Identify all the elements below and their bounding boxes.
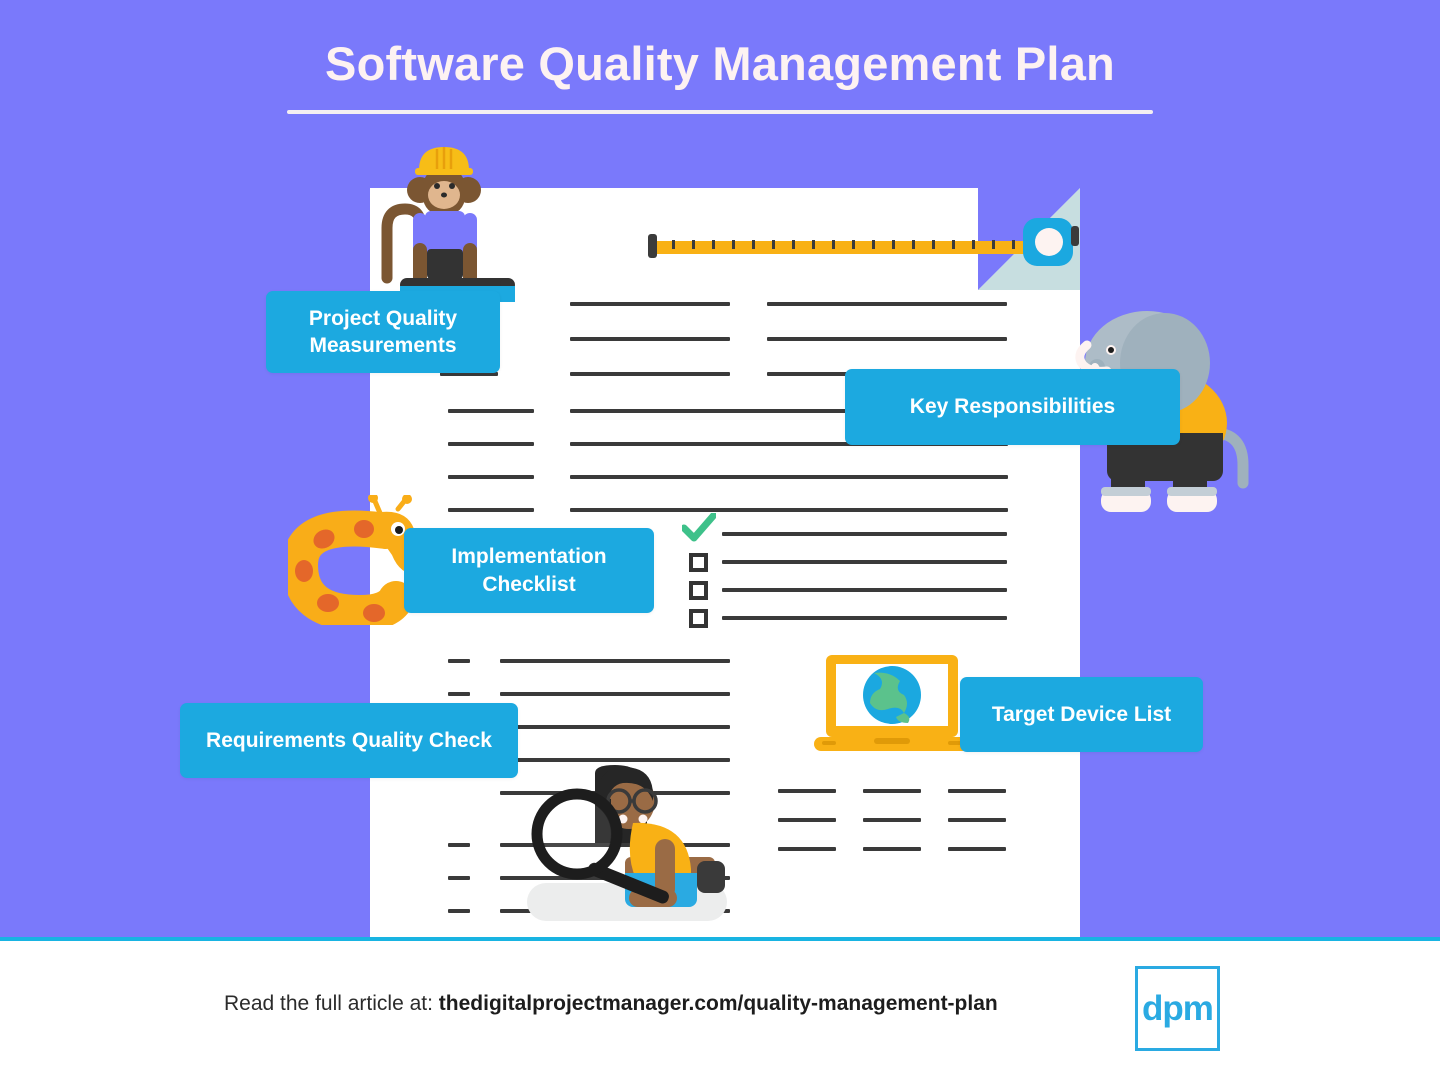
- label-key-responsibilities[interactable]: Key Responsibilities: [845, 369, 1180, 445]
- infographic-canvas: Software Quality Management Plan Project…: [0, 0, 1440, 1080]
- label-text: Requirements Quality Check: [206, 728, 492, 752]
- tape-case-spool: [1035, 228, 1063, 256]
- dpm-logo-text: dpm: [1142, 989, 1214, 1028]
- label-text: Key Responsibilities: [909, 395, 1116, 419]
- tape-case-clip: [1071, 226, 1079, 246]
- label-line-1: Project Quality: [308, 306, 458, 330]
- label-text: Target Device List: [991, 702, 1172, 726]
- label-line-2: Measurements: [309, 334, 457, 357]
- label-implementation-checklist[interactable]: Implementation Checklist: [404, 528, 654, 613]
- checkbox-item[interactable]: [689, 581, 708, 600]
- footer-url[interactable]: thedigitalprojectmanager.com/quality-man…: [439, 992, 998, 1015]
- checkbox-item[interactable]: [689, 609, 708, 628]
- page-title: Software Quality Management Plan: [325, 37, 1115, 90]
- monkey-construction-worker-illustration: [381, 147, 481, 289]
- checkbox-item[interactable]: [689, 553, 708, 572]
- footer-article-text: Read the full article at: thedigitalproj…: [224, 992, 998, 1016]
- label-target-device-list[interactable]: Target Device List: [960, 677, 1203, 752]
- title-underline: [287, 109, 1153, 114]
- label-requirements-quality-check[interactable]: Requirements Quality Check: [180, 703, 518, 778]
- label-line-1: Implementation: [451, 545, 607, 569]
- label-line-2: Checklist: [482, 572, 576, 596]
- checkmark-icon[interactable]: [682, 513, 716, 543]
- tape-end-hook: [648, 234, 657, 258]
- label-project-quality-measurements[interactable]: Project Quality Measurements: [266, 291, 500, 373]
- laptop-globe-illustration: [814, 655, 970, 751]
- dpm-logo[interactable]: dpm: [1135, 966, 1220, 1051]
- title-block: Software Quality Management Plan: [0, 38, 1440, 114]
- person-magnifying-glass-illustration: [527, 765, 727, 921]
- footer-prefix: Read the full article at:: [224, 992, 439, 1015]
